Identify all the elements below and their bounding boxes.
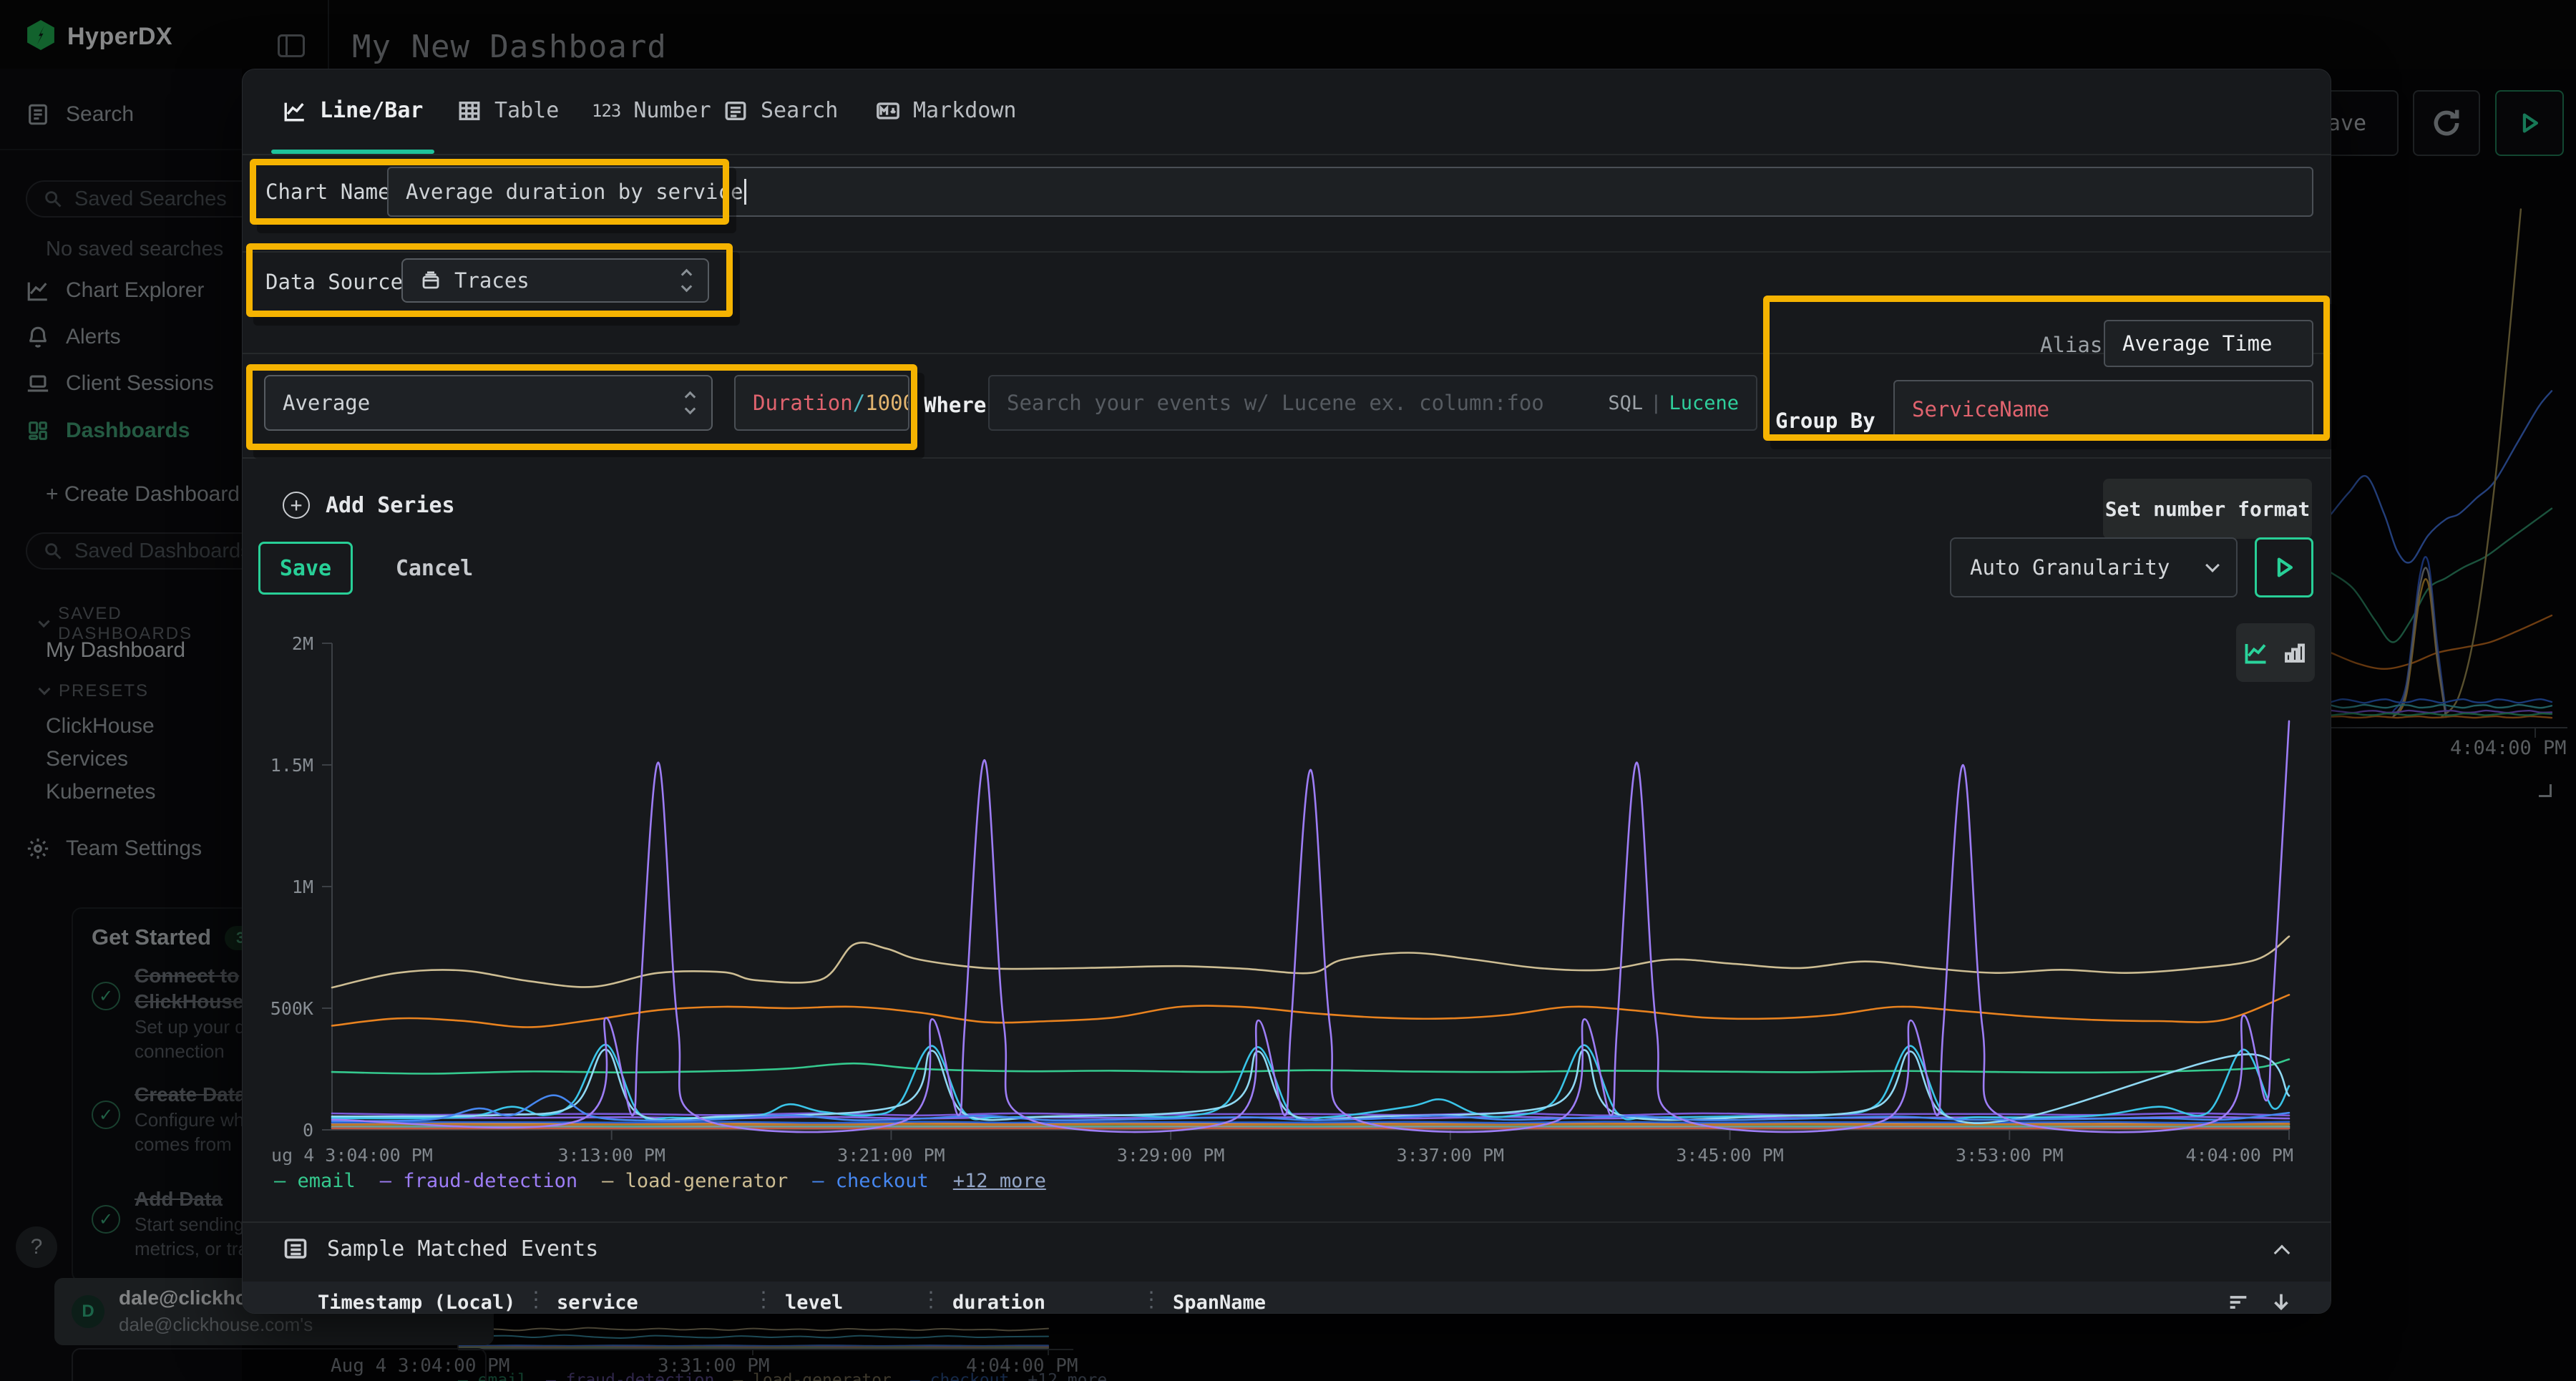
where-input[interactable]: Search your events w/ Lucene ex. column:… [988, 375, 1757, 431]
play-icon [2272, 555, 2296, 580]
sample-title: Sample Matched Events [327, 1236, 598, 1262]
column-header-service[interactable]: service [557, 1292, 638, 1314]
table-icon [457, 99, 482, 123]
text-caret [744, 179, 746, 205]
column-separator[interactable]: ⋮ [920, 1287, 942, 1312]
granularity-value: Auto Granularity [1970, 555, 2170, 580]
svg-text:1.5M: 1.5M [271, 755, 313, 776]
query-language-toggle[interactable]: SQL|Lucene [1608, 392, 1739, 414]
group-by-label: Group By [1775, 409, 1875, 433]
chart-name-input[interactable]: Average duration by service [387, 167, 2313, 217]
chevron-down-icon [2205, 558, 2220, 572]
collapse-chevron-icon[interactable] [2274, 1245, 2290, 1262]
screen: 0 Aug 4 3:04:00 PM 3:31:00 PM 4:04:00 PM… [0, 0, 2576, 1381]
select-chevrons-icon [686, 393, 694, 413]
svg-text:3:37:00 PM: 3:37:00 PM [1397, 1145, 1505, 1166]
chart-name-label: Chart Name [265, 180, 391, 204]
column-separator[interactable]: ⋮ [753, 1287, 774, 1312]
plus-circle-icon: + [283, 492, 310, 519]
set-number-format-button[interactable]: Set number format [2103, 479, 2312, 539]
tab-label: Table [494, 98, 559, 123]
operator-token: / [853, 391, 865, 415]
main-chart: 0 500K 1M 1.5M 2M Aug 4 3:04:00 PM 3:13:00 PM 3… [271, 613, 2303, 1207]
group-by-value: ServiceName [1912, 397, 2049, 421]
alias-label: Alias [2040, 333, 2102, 357]
divider [243, 251, 2331, 253]
tab-table[interactable]: Table [457, 98, 559, 123]
aggregation-select[interactable]: Average [264, 375, 713, 431]
divider [243, 353, 2331, 354]
legend-item[interactable]: — checkout [812, 1170, 929, 1192]
column-header-level[interactable]: level [785, 1292, 843, 1314]
markdown-icon [876, 99, 900, 123]
add-series-label: Add Series [326, 493, 455, 518]
alias-value: Average Time [2122, 331, 2273, 356]
aggregation-value: Average [283, 391, 370, 415]
svg-text:500K: 500K [271, 998, 313, 1019]
column-settings-icon[interactable] [2226, 1290, 2250, 1314]
data-source-value: Traces [454, 268, 530, 293]
tab-label: Line/Bar [320, 98, 424, 123]
download-icon[interactable] [2269, 1290, 2293, 1314]
svg-text:3:13:00 PM: 3:13:00 PM [557, 1145, 665, 1166]
tab-label: Number [633, 98, 711, 123]
column-header-duration[interactable]: duration [952, 1292, 1045, 1314]
number-token: 1000 [865, 391, 909, 415]
field-token: Duration [753, 391, 853, 415]
cancel-button[interactable]: Cancel [384, 542, 484, 595]
svg-text:2M: 2M [292, 633, 313, 654]
svg-text:3:45:00 PM: 3:45:00 PM [1676, 1145, 1784, 1166]
events-table-header: Timestamp (Local) service level duration Spa… [243, 1282, 2331, 1314]
tab-markdown[interactable]: Markdown [876, 98, 1017, 123]
svg-text:3:53:00 PM: 3:53:00 PM [1956, 1145, 2064, 1166]
divider [243, 154, 2331, 155]
sample-matched-events-header[interactable]: Sample Matched Events [283, 1236, 598, 1262]
database-icon [420, 270, 441, 291]
run-chart-button[interactable] [2255, 537, 2313, 597]
list-icon [723, 99, 748, 123]
divider [243, 1221, 2331, 1223]
lucene-option[interactable]: Lucene [1669, 392, 1739, 414]
column-separator[interactable]: ⋮ [1141, 1287, 1162, 1312]
svg-text:4:04:00 PM: 4:04:00 PM [2185, 1145, 2293, 1166]
save-button[interactable]: Save [258, 542, 353, 595]
chart-legend: — email — fraud-detection — load-generator… [274, 1170, 1046, 1192]
data-source-label: Data Source [265, 270, 403, 294]
column-header-spanname[interactable]: SpanName [1173, 1292, 1266, 1314]
where-placeholder: Search your events w/ Lucene ex. column:… [1007, 391, 1544, 415]
list-icon [283, 1236, 308, 1262]
tab-number[interactable]: 123 Number [592, 98, 711, 123]
field-expression-input[interactable]: Duration/1000 [734, 375, 909, 431]
where-label: Where [924, 393, 986, 417]
svg-text:1M: 1M [292, 877, 313, 897]
group-by-input[interactable]: ServiceName [1893, 380, 2313, 439]
svg-text:Aug 4 3:04:00 PM: Aug 4 3:04:00 PM [271, 1145, 433, 1166]
line-chart-icon [283, 99, 307, 123]
svg-text:3:21:00 PM: 3:21:00 PM [837, 1145, 945, 1166]
legend-item[interactable]: — email [274, 1170, 356, 1192]
sql-option[interactable]: SQL [1608, 392, 1643, 414]
add-series-button[interactable]: + Add Series [283, 492, 455, 519]
legend-more-link[interactable]: +12 more [953, 1170, 1046, 1192]
tab-line-bar[interactable]: Line/Bar [283, 98, 424, 123]
tab-label: Markdown [913, 98, 1017, 123]
chart-editor-modal: Line/Bar Table 123 Number Search Markdow… [242, 69, 2331, 1314]
tab-search[interactable]: Search [723, 98, 838, 123]
svg-text:3:29:00 PM: 3:29:00 PM [1117, 1145, 1225, 1166]
svg-text:0: 0 [303, 1120, 313, 1141]
chart-name-value: Average duration by service [406, 180, 743, 204]
legend-item[interactable]: — fraud-detection [380, 1170, 577, 1192]
column-separator[interactable]: ⋮ [525, 1287, 547, 1312]
divider [243, 457, 2331, 459]
alias-input[interactable]: Average Time [2104, 320, 2313, 367]
number-123-icon: 123 [592, 101, 620, 121]
tab-label: Search [761, 98, 838, 123]
select-chevrons-icon [683, 270, 691, 291]
data-source-select[interactable]: Traces [401, 258, 709, 303]
column-header-timestamp-local-[interactable]: Timestamp (Local) [318, 1292, 515, 1314]
legend-item[interactable]: — load-generator [602, 1170, 788, 1192]
granularity-select[interactable]: Auto Granularity [1950, 537, 2238, 597]
